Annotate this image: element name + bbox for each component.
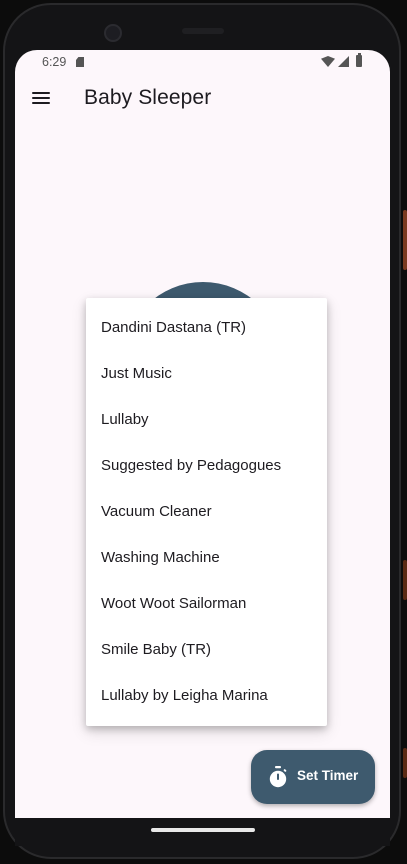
menu-item-suggested-by-pedagogues[interactable]: Suggested by Pedagogues	[86, 443, 327, 489]
system-nav-bar	[15, 818, 390, 846]
volume-button	[403, 560, 407, 600]
menu-item-lullaby[interactable]: Lullaby	[86, 397, 327, 443]
menu-item-just-music[interactable]: Just Music	[86, 351, 327, 397]
device: 6:29 Baby Sleeper Dandini Dastana (TR) J…	[0, 0, 407, 864]
front-camera	[104, 24, 122, 42]
menu-item-lullaby-by-leigha-marina[interactable]: Lullaby by Leigha Marina	[86, 673, 327, 719]
app-bar: Baby Sleeper	[15, 74, 390, 126]
status-bar: 6:29	[15, 50, 390, 74]
set-timer-label: Set Timer	[297, 768, 359, 783]
screen: 6:29 Baby Sleeper Dandini Dastana (TR) J…	[15, 50, 390, 818]
battery-icon	[356, 53, 362, 67]
wifi-icon	[321, 56, 335, 67]
set-timer-button[interactable]: Set Timer	[251, 750, 375, 804]
menu-item-vacuum-cleaner[interactable]: Vacuum Cleaner	[86, 489, 327, 535]
sound-dropdown-menu: Dandini Dastana (TR) Just Music Lullaby …	[86, 298, 327, 726]
side-button	[403, 748, 407, 778]
menu-item-washing-machine[interactable]: Washing Machine	[86, 535, 327, 581]
menu-item-woot-woot-sailorman[interactable]: Woot Woot Sailorman	[86, 581, 327, 627]
menu-icon[interactable]	[31, 88, 51, 108]
sd-card-icon	[76, 57, 84, 67]
signal-icon	[338, 56, 349, 67]
menu-item-dandini-dastana[interactable]: Dandini Dastana (TR)	[86, 305, 327, 351]
main-content: Dandini Dastana (TR) Just Music Lullaby …	[15, 126, 390, 818]
home-indicator[interactable]	[151, 828, 255, 832]
power-button	[403, 210, 407, 270]
timer-icon	[269, 766, 287, 788]
app-title: Baby Sleeper	[84, 86, 212, 109]
menu-item-smile-baby[interactable]: Smile Baby (TR)	[86, 627, 327, 673]
earpiece-speaker	[182, 28, 224, 34]
status-time: 6:29	[42, 55, 67, 69]
